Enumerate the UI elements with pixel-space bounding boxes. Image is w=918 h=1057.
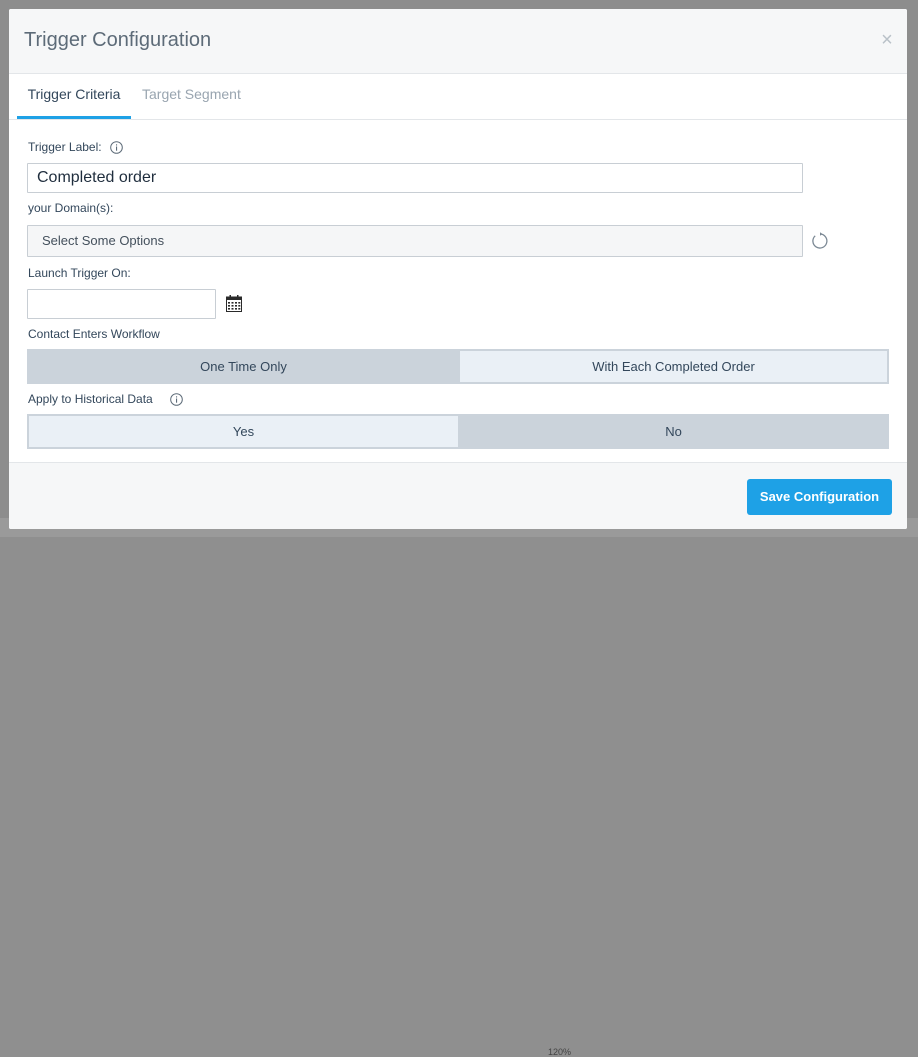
launch-trigger-label: Launch Trigger On: <box>28 266 131 280</box>
tab-bar: Trigger Criteria Target Segment <box>9 74 907 120</box>
tab-target-segment[interactable]: Target Segment <box>142 74 241 119</box>
domains-label: your Domain(s): <box>28 201 114 215</box>
tab-trigger-criteria[interactable]: Trigger Criteria <box>17 74 131 119</box>
historical-data-toggle: Yes No <box>27 414 889 449</box>
info-icon[interactable] <box>170 393 183 406</box>
modal-title: Trigger Configuration <box>24 29 212 51</box>
option-one-time-only[interactable]: One Time Only <box>29 351 458 382</box>
save-configuration-button[interactable]: Save Configuration <box>747 479 892 515</box>
historical-data-label: Apply to Historical Data <box>28 392 153 406</box>
domains-select[interactable]: Select Some Options <box>27 225 803 257</box>
close-icon[interactable]: × <box>876 29 898 51</box>
option-yes[interactable]: Yes <box>29 416 458 447</box>
launch-date-input[interactable] <box>27 289 216 319</box>
trigger-label-input[interactable]: Completed order <box>27 163 803 193</box>
trigger-label-label: Trigger Label: <box>28 140 102 154</box>
refresh-icon[interactable] <box>811 232 829 250</box>
background-zoom-level: 120% <box>548 1047 572 1057</box>
modal-footer: Save Configuration <box>9 462 907 529</box>
contact-enters-label: Contact Enters Workflow <box>28 327 160 341</box>
info-icon[interactable] <box>110 141 123 154</box>
calendar-icon[interactable] <box>226 295 242 312</box>
option-no[interactable]: No <box>460 416 887 447</box>
modal-header: Trigger Configuration × <box>9 9 907 74</box>
option-each-completed-order[interactable]: With Each Completed Order <box>460 351 887 382</box>
contact-enters-toggle: One Time Only With Each Completed Order <box>27 349 889 384</box>
trigger-config-dialog: Trigger Configuration × Trigger Criteria… <box>9 9 907 529</box>
